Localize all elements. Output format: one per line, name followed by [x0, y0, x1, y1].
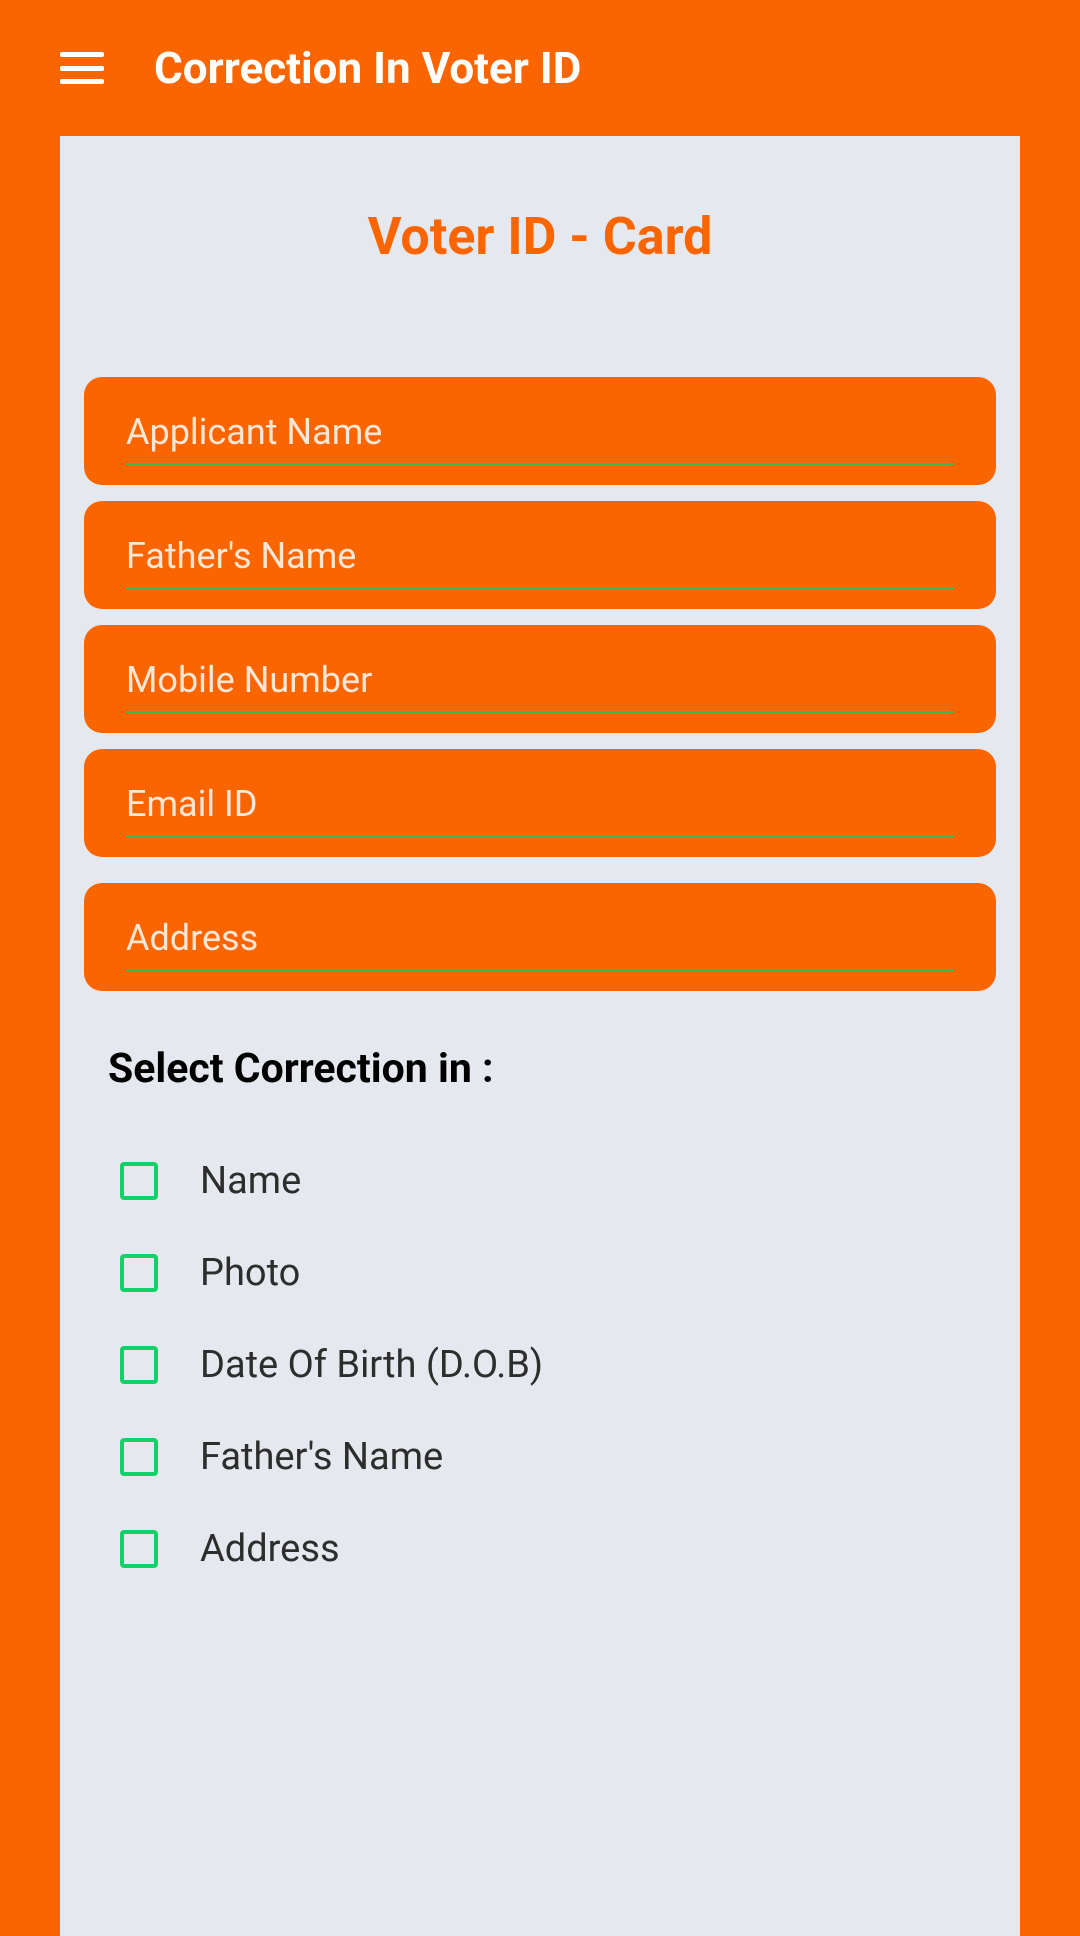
checkbox-label-photo: Photo — [200, 1251, 300, 1295]
email-id-field — [84, 749, 996, 857]
checkbox-photo[interactable] — [120, 1254, 158, 1292]
page-title: Voter ID - Card — [84, 206, 996, 267]
correction-section-label: Select Correction in : — [108, 1045, 996, 1093]
checkbox-row-address[interactable]: Address — [84, 1503, 996, 1595]
address-field — [84, 883, 996, 991]
checkbox-row-photo[interactable]: Photo — [84, 1227, 996, 1319]
checkbox-address[interactable] — [120, 1530, 158, 1568]
checkbox-dob[interactable] — [120, 1346, 158, 1384]
checkbox-row-name[interactable]: Name — [84, 1135, 996, 1227]
checkbox-row-dob[interactable]: Date Of Birth (D.O.B) — [84, 1319, 996, 1411]
fathers-name-input[interactable] — [126, 535, 954, 589]
hamburger-menu-icon[interactable] — [60, 52, 104, 84]
checkbox-fathers-name[interactable] — [120, 1438, 158, 1476]
content-card: Voter ID - Card Select Correction in : N… — [60, 136, 1020, 1936]
mobile-number-field — [84, 625, 996, 733]
mobile-number-input[interactable] — [126, 659, 954, 713]
header-title: Correction In Voter ID — [154, 42, 581, 94]
checkbox-row-fathers-name[interactable]: Father's Name — [84, 1411, 996, 1503]
checkbox-label-address: Address — [200, 1527, 340, 1571]
applicant-name-field — [84, 377, 996, 485]
fathers-name-field — [84, 501, 996, 609]
checkbox-label-fathers-name: Father's Name — [200, 1435, 443, 1479]
app-header: Correction In Voter ID — [0, 0, 1080, 136]
address-input[interactable] — [126, 917, 954, 971]
checkbox-name[interactable] — [120, 1162, 158, 1200]
applicant-name-input[interactable] — [126, 411, 954, 465]
checkbox-label-name: Name — [200, 1159, 301, 1203]
email-id-input[interactable] — [126, 783, 954, 837]
checkbox-label-dob: Date Of Birth (D.O.B) — [200, 1343, 543, 1387]
